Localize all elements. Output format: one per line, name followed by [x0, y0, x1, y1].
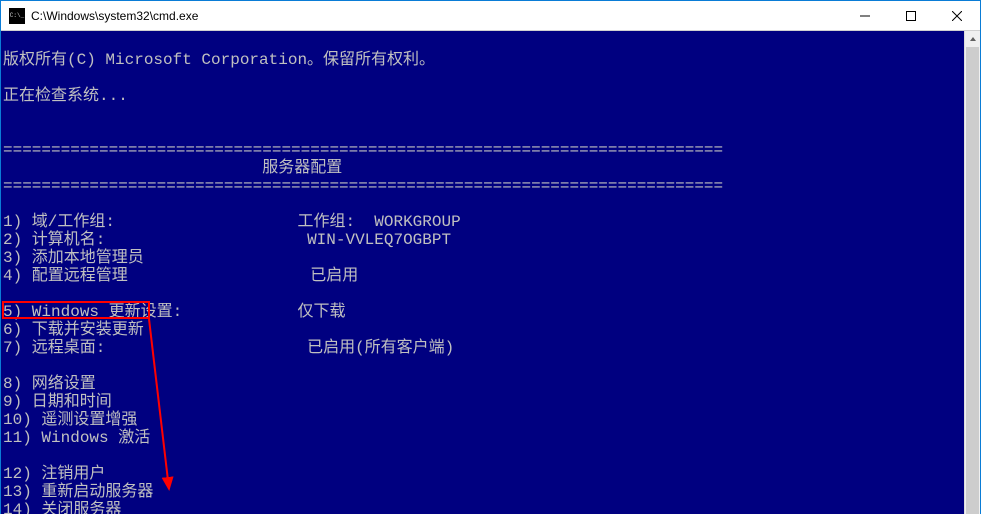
- menu-2-left: 2) 计算机名:: [3, 231, 105, 249]
- menu-1-right: 工作组: WORKGROUP: [297, 213, 460, 231]
- menu-9: 9) 日期和时间: [3, 393, 112, 411]
- cmd-window: C:\Windows\system32\cmd.exe 版权所有(C) Micr…: [0, 0, 981, 514]
- menu-1-left: 1) 域/工作组:: [3, 213, 115, 231]
- titlebar: C:\Windows\system32\cmd.exe: [1, 1, 980, 31]
- hr-bottom: ========================================…: [3, 177, 723, 195]
- menu-7-right: 已启用(所有客户端): [307, 339, 454, 357]
- menu-4-right: 已启用: [310, 267, 358, 285]
- console[interactable]: 版权所有(C) Microsoft Corporation。保留所有权利。 正在…: [1, 31, 964, 514]
- menu-12: 12) 注销用户: [3, 465, 105, 483]
- close-button[interactable]: [934, 1, 980, 30]
- window-title: C:\Windows\system32\cmd.exe: [31, 9, 842, 23]
- menu-8: 8) 网络设置: [3, 375, 96, 393]
- maximize-button[interactable]: [888, 1, 934, 30]
- menu-6: 6) 下载并安装更新: [3, 321, 144, 339]
- menu-3: 3) 添加本地管理员: [3, 249, 144, 267]
- menu-10: 10) 遥测设置增强: [3, 411, 137, 429]
- scroll-up-button[interactable]: [965, 31, 980, 47]
- cmd-icon: [9, 8, 25, 24]
- scroll-track[interactable]: [965, 47, 980, 514]
- console-area: 版权所有(C) Microsoft Corporation。保留所有权利。 正在…: [1, 31, 980, 514]
- window-controls: [842, 1, 980, 30]
- menu-2-right: WIN-VVLEQ7OGBPT: [307, 231, 451, 249]
- menu-4-left: 4) 配置远程管理: [3, 267, 128, 285]
- section-title: 服务器配置: [3, 159, 342, 177]
- menu-11: 11) Windows 激活: [3, 429, 150, 447]
- minimize-button[interactable]: [842, 1, 888, 30]
- scroll-thumb[interactable]: [966, 47, 979, 514]
- vertical-scrollbar[interactable]: [964, 31, 980, 514]
- hr-top: ========================================…: [3, 141, 723, 159]
- copyright-line: 版权所有(C) Microsoft Corporation。保留所有权利。: [3, 51, 435, 69]
- checking-line: 正在检查系统...: [3, 87, 128, 105]
- menu-13: 13) 重新启动服务器: [3, 483, 153, 501]
- menu-5-left: 5) Windows 更新设置:: [3, 303, 182, 321]
- menu-5-right: 仅下载: [297, 303, 345, 321]
- menu-7-left: 7) 远程桌面:: [3, 339, 105, 357]
- menu-14: 14) 关闭服务器: [3, 501, 121, 514]
